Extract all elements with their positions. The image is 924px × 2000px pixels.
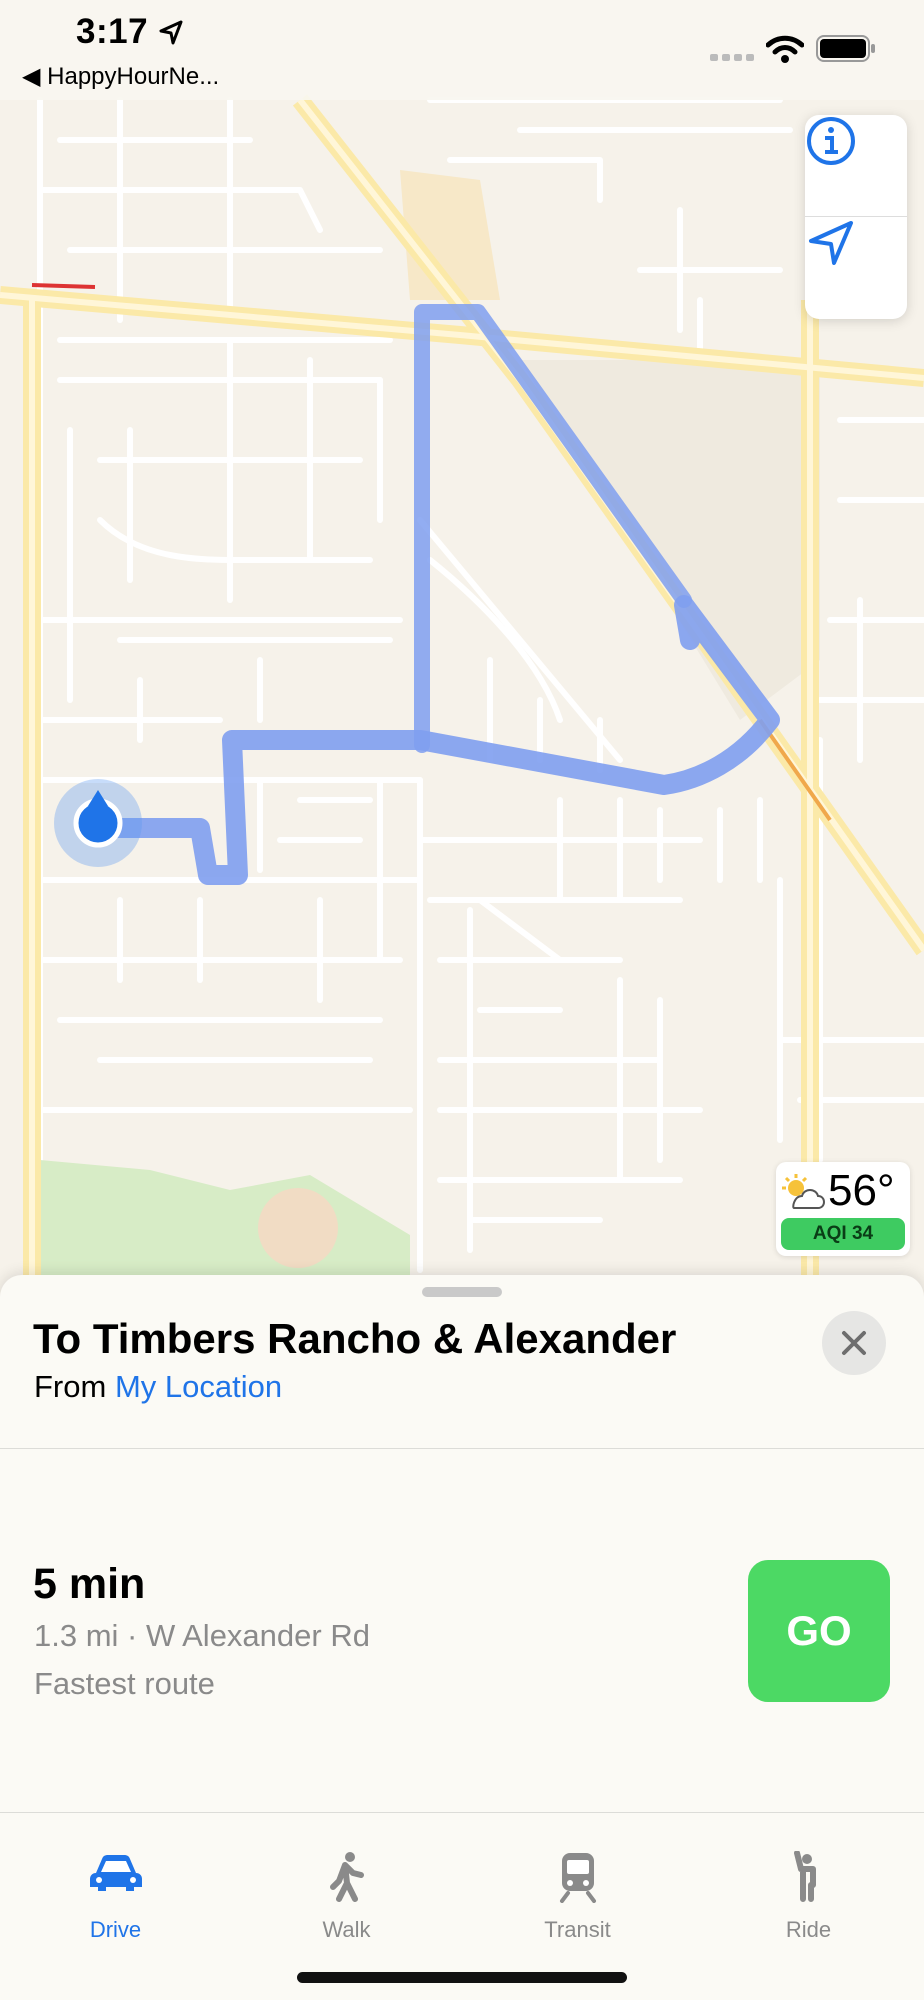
origin-line: From My Location [34, 1369, 282, 1405]
from-label: From [34, 1369, 107, 1404]
close-icon [842, 1331, 866, 1355]
train-icon [559, 1853, 596, 1903]
sheet-grabber[interactable] [422, 1287, 502, 1297]
destination-title: To Timbers Rancho & Alexander [33, 1315, 677, 1362]
back-to-app-button[interactable]: ◀ HappyHourNe... [22, 62, 219, 91]
info-button[interactable] [805, 115, 907, 217]
origin-link[interactable]: My Location [115, 1369, 282, 1404]
tab-walk[interactable]: Walk [231, 1813, 462, 1942]
tab-ride[interactable]: Ride [693, 1813, 924, 1942]
map-canvas [0, 94, 924, 1290]
home-indicator[interactable] [297, 1972, 627, 1983]
tab-drive[interactable]: Drive [0, 1813, 231, 1942]
wifi-icon [766, 35, 804, 63]
cellular-signal-icon [710, 54, 754, 61]
back-arrow-icon: ◀ [22, 63, 41, 90]
sheet-divider [0, 1448, 924, 1449]
ride-icon [793, 1851, 816, 1902]
weather-widget[interactable]: 56° AQI 34 [776, 1162, 910, 1256]
route-duration: 5 min [33, 1560, 146, 1608]
tab-transit[interactable]: Transit [462, 1813, 693, 1942]
location-arrow-icon [809, 221, 853, 265]
transport-mode-tabs: Drive Walk Transit Ride [0, 1813, 924, 1942]
location-services-icon [159, 20, 183, 45]
walk-icon [329, 1852, 364, 1902]
car-icon [89, 1855, 142, 1891]
status-bar: 3:17 ◀ HappyHourNe... [0, 0, 924, 100]
route-distance-road: 1.3 mi · W Alexander Rd [34, 1618, 370, 1653]
tab-ride-label: Ride [785, 1917, 832, 1942]
battery-icon [816, 35, 875, 62]
time-text: 3:17 [76, 12, 149, 51]
map-controls [805, 115, 907, 319]
locate-button[interactable] [805, 217, 907, 319]
status-time: 3:17 [76, 12, 184, 52]
back-app-label: HappyHourNe... [47, 63, 220, 90]
partly-cloudy-icon [782, 1174, 825, 1209]
tab-transit-label: Transit [544, 1917, 611, 1942]
info-circle-icon [807, 117, 855, 165]
tab-walk-label: Walk [322, 1917, 371, 1942]
directions-sheet: To Timbers Rancho & Alexander From My Lo… [0, 1275, 924, 2000]
close-button[interactable] [822, 1311, 886, 1375]
weather-temperature: 56° [828, 1166, 895, 1215]
aqi-badge: AQI 34 [781, 1218, 905, 1250]
go-button[interactable]: GO [748, 1560, 890, 1702]
route-note: Fastest route [34, 1666, 215, 1701]
map-view[interactable]: 56° AQI 34 [0, 0, 924, 1290]
current-location-dot [73, 798, 123, 848]
tab-drive-label: Drive [89, 1917, 142, 1942]
